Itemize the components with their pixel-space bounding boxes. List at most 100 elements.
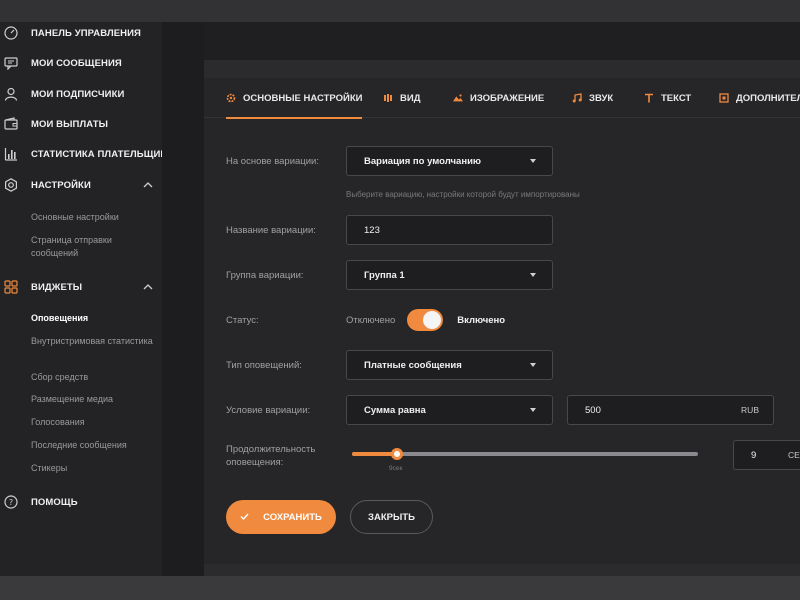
amount-value: 500 <box>585 404 601 416</box>
sidebar-subitem-stream-stats[interactable]: Внутристримовая статистика <box>31 335 157 348</box>
sidebar-subitem-last-messages[interactable]: Последние сообщения <box>31 439 157 452</box>
tab-label: ИЗОБРАЖЕНИЕ <box>470 92 545 104</box>
variation-group-select[interactable]: Группа 1 <box>346 260 553 290</box>
sidebar-item-help[interactable]: ? ПОМОЩЬ <box>0 492 162 512</box>
sidebar-item-label: МОИ ВЫПЛАТЫ <box>31 118 109 130</box>
tab-label: ДОПОЛНИТЕЛ <box>736 92 800 104</box>
checkmark-icon <box>240 512 249 523</box>
status-on-label: Включено <box>457 314 506 326</box>
music-note-icon <box>572 93 582 103</box>
bottom-bar <box>0 576 800 600</box>
dashboard-gauge-icon <box>3 25 19 41</box>
variation-name-input[interactable]: 123 <box>346 215 553 245</box>
tab-label: ВИД <box>400 92 421 104</box>
duration-label: Продолжительность оповещения: <box>226 444 316 468</box>
tab-image[interactable]: ИЗОБРАЖЕНИЕ <box>453 78 544 118</box>
sidebar-subitem-media[interactable]: Размещение медиа <box>31 393 157 406</box>
sidebar-item-label: МОИ СООБЩЕНИЯ <box>31 57 122 69</box>
gear-icon <box>226 93 236 103</box>
status-off-label: Отключено <box>346 314 396 326</box>
chevron-up-icon[interactable] <box>142 281 154 293</box>
sidebar-item-label: МОИ ПОДПИСЧИКИ <box>31 88 125 100</box>
variation-group-label: Группа вариации: <box>226 270 304 281</box>
sidebar-item-widgets[interactable]: ВИДЖЕТЫ <box>0 277 162 297</box>
sidebar-subitem-alerts[interactable]: Оповещения <box>31 312 157 325</box>
view-icon <box>383 93 393 103</box>
variation-name-label: Название вариации: <box>226 225 316 236</box>
tab-bar: ОСНОВНЫЕ НАСТРОЙКИ ВИД ИЗОБРАЖЕНИЕ ЗВУК … <box>204 78 800 119</box>
close-button[interactable]: ЗАКРЫТЬ <box>350 500 433 534</box>
sidebar-item-label: СТАТИСТИКА ПЛАТЕЛЬЩИКОВ <box>31 148 181 160</box>
duration-slider-handle[interactable] <box>391 448 403 460</box>
save-button[interactable]: СОХРАНИТЬ <box>226 500 336 534</box>
tab-main-settings[interactable]: ОСНОВНЫЕ НАСТРОЙКИ <box>226 78 363 119</box>
duration-input[interactable]: 9 СЕК <box>733 440 800 470</box>
sidebar-item-payouts[interactable]: МОИ ВЫПЛАТЫ <box>0 114 162 134</box>
widget-settings-panel: ОСНОВНЫЕ НАСТРОЙКИ ВИД ИЗОБРАЖЕНИЕ ЗВУК … <box>204 78 800 564</box>
sidebar-item-label: ПОМОЩЬ <box>31 496 78 508</box>
tab-label: ТЕКСТ <box>661 92 692 104</box>
caret-down-icon <box>530 408 536 412</box>
header-strip <box>204 22 800 60</box>
sidebar-item-label: НАСТРОЙКИ <box>31 179 91 191</box>
alert-type-select[interactable]: Платные сообщения <box>346 350 553 380</box>
alert-type-value: Платные сообщения <box>364 359 462 371</box>
duration-value: 9 <box>751 449 757 461</box>
status-toggle[interactable] <box>407 309 444 331</box>
caret-down-icon <box>530 159 536 163</box>
help-icon: ? <box>3 494 19 510</box>
image-icon <box>453 93 463 103</box>
status-label: Статус: <box>226 315 259 326</box>
extra-icon <box>719 93 729 103</box>
duration-slider[interactable] <box>352 448 698 460</box>
tab-sound[interactable]: ЗВУК <box>572 78 613 118</box>
sidebar-item-dashboard[interactable]: ПАНЕЛЬ УПРАВЛЕНИЯ <box>0 23 162 43</box>
sidebar-item-label: ПАНЕЛЬ УПРАВЛЕНИЯ <box>31 27 141 39</box>
status-toggle-group: Отключено Включено <box>346 308 505 332</box>
condition-label: Условие вариации: <box>226 405 311 416</box>
tab-label: ЗВУК <box>589 92 614 104</box>
variation-base-hint: Выберите вариацию, настройки которой буд… <box>346 190 580 199</box>
sidebar-item-subscribers[interactable]: МОИ ПОДПИСЧИКИ <box>0 84 162 104</box>
amount-input[interactable]: 500 RUB <box>567 395 774 425</box>
caret-down-icon <box>530 363 536 367</box>
bar-chart-icon <box>3 146 19 162</box>
sidebar-item-payer-stats[interactable]: СТАТИСТИКА ПЛАТЕЛЬЩИКОВ <box>0 144 181 164</box>
duration-slider-caption: 9сек <box>389 465 403 472</box>
sidebar-subitem-message-page[interactable]: Страница отправки сообщений <box>31 234 157 260</box>
save-button-label: СОХРАНИТЬ <box>263 511 322 523</box>
sidebar-subitem-fundraising[interactable]: Сбор средств <box>31 371 157 384</box>
sidebar-item-label: ВИДЖЕТЫ <box>31 281 83 293</box>
caret-down-icon <box>530 273 536 277</box>
grid-icon <box>3 279 19 295</box>
amount-unit: RUB <box>741 405 759 415</box>
sidebar-item-messages[interactable]: МОИ СООБЩЕНИЯ <box>0 53 162 73</box>
variation-name-value: 123 <box>364 224 380 236</box>
sidebar-subitem-main-settings[interactable]: Основные настройки <box>31 211 157 224</box>
user-icon <box>3 86 19 102</box>
tab-extra[interactable]: ДОПОЛНИТЕЛ <box>719 78 800 118</box>
condition-select[interactable]: Сумма равна <box>346 395 553 425</box>
message-icon <box>3 55 19 71</box>
toggle-knob <box>423 311 442 329</box>
sidebar-subitem-stickers[interactable]: Стикеры <box>31 462 157 475</box>
tab-label: ОСНОВНЫЕ НАСТРОЙКИ <box>243 92 363 104</box>
svg-text:?: ? <box>9 498 13 507</box>
text-icon <box>644 93 654 103</box>
variation-group-value: Группа 1 <box>364 269 405 281</box>
alert-type-label: Тип оповещений: <box>226 360 302 371</box>
sidebar: ПАНЕЛЬ УПРАВЛЕНИЯ МОИ СООБЩЕНИЯ МОИ ПОДП… <box>0 22 181 576</box>
divider-strip <box>162 22 204 576</box>
top-bar <box>0 0 800 22</box>
tab-text[interactable]: ТЕКСТ <box>644 78 691 118</box>
condition-value: Сумма равна <box>364 404 426 416</box>
variation-base-value: Вариация по умолчанию <box>364 155 482 167</box>
sidebar-item-settings[interactable]: НАСТРОЙКИ <box>0 175 162 195</box>
sidebar-subitem-polls[interactable]: Голосования <box>31 416 157 429</box>
variation-base-select[interactable]: Вариация по умолчанию <box>346 146 553 176</box>
wallet-icon <box>3 116 19 132</box>
chevron-up-icon[interactable] <box>142 179 154 191</box>
tab-view[interactable]: ВИД <box>383 78 420 118</box>
duration-unit: СЕК <box>788 450 800 460</box>
variation-base-label: На основе вариации: <box>226 156 320 167</box>
